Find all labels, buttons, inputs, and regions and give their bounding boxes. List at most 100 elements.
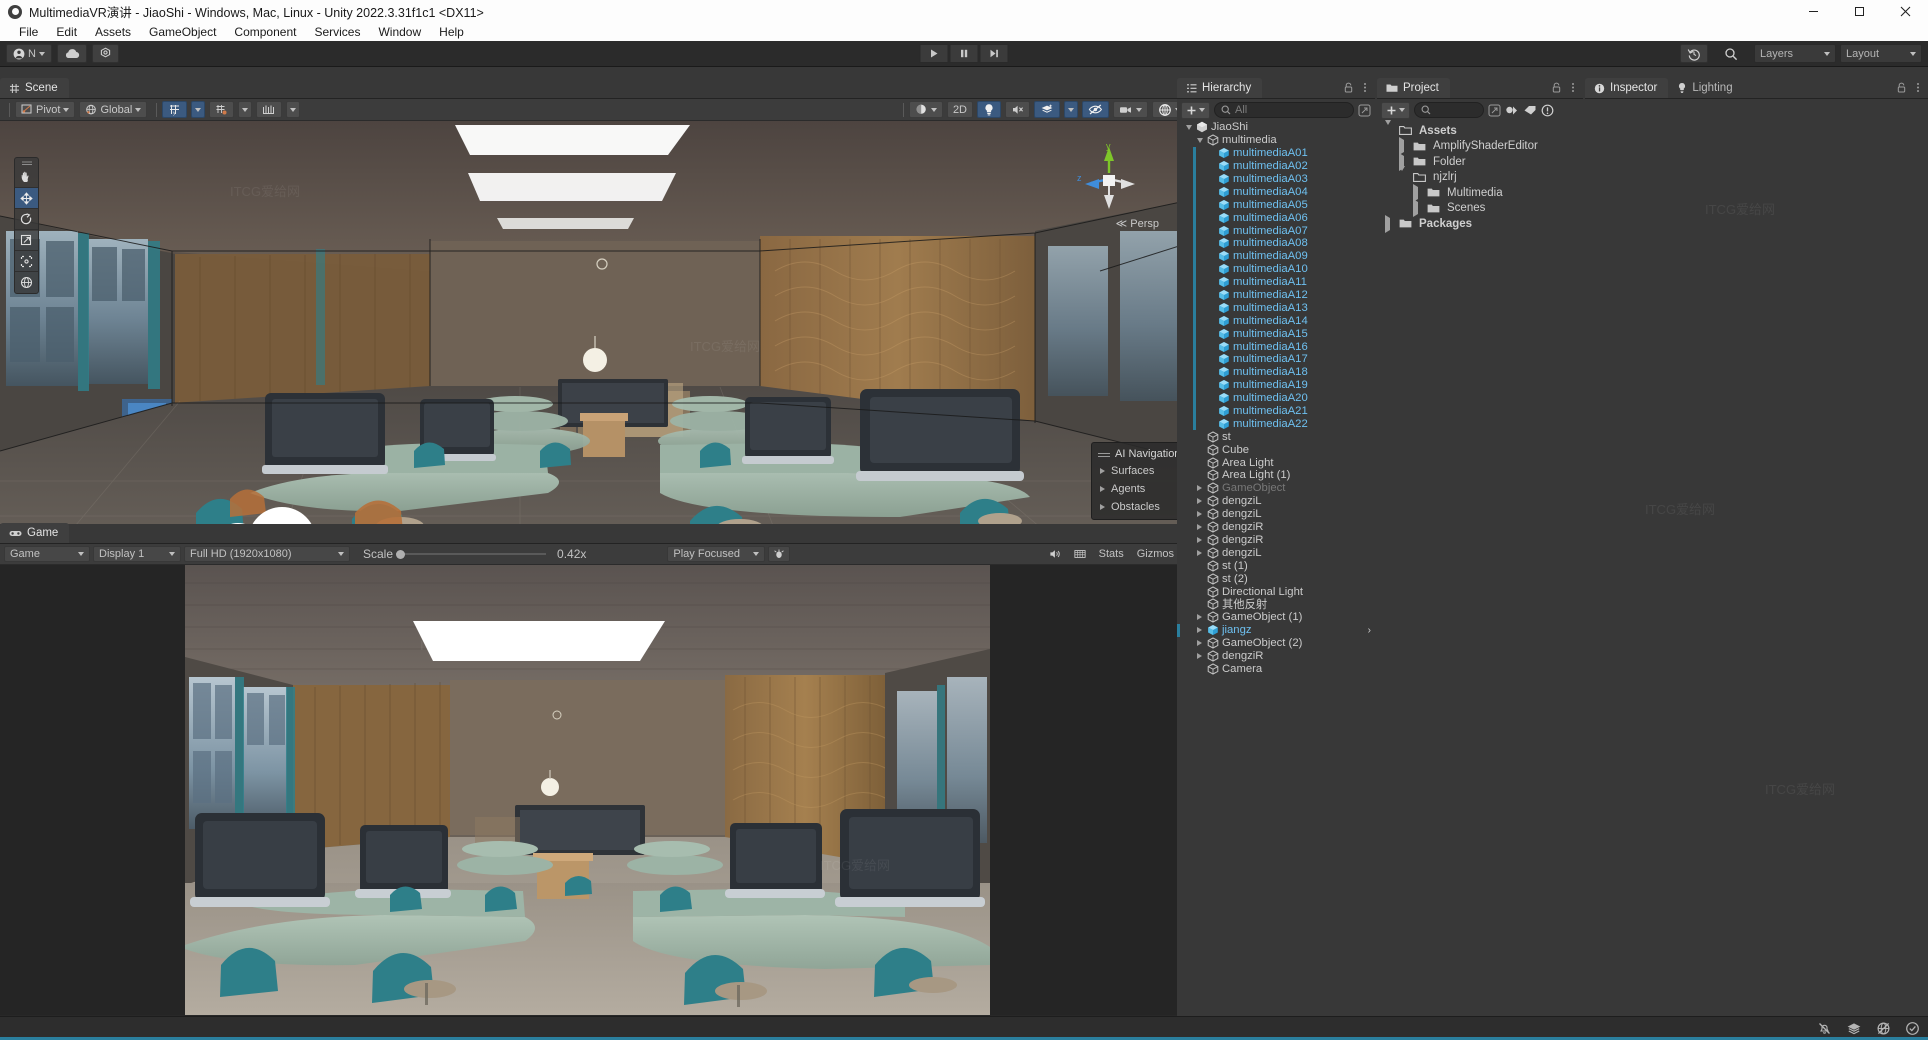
hierarchy-item[interactable]: multimediaA12 <box>1177 288 1375 302</box>
menu-component[interactable]: Component <box>225 23 305 41</box>
hierarchy-search-input[interactable]: All <box>1214 102 1354 118</box>
project-expand-icon[interactable] <box>1488 104 1501 117</box>
hierarchy-item[interactable]: dengziL <box>1177 508 1375 521</box>
project-item[interactable]: Multimedia <box>1377 183 1583 202</box>
transform-tool-button[interactable] <box>15 272 38 293</box>
hierarchy-item[interactable]: multimediaA21 <box>1177 404 1375 418</box>
hierarchy-item[interactable]: Cube <box>1177 443 1375 456</box>
menu-edit[interactable]: Edit <box>47 23 86 41</box>
hierarchy-item[interactable]: multimediaA19 <box>1177 378 1375 392</box>
scale-slider[interactable] <box>396 549 547 559</box>
maximize-button[interactable] <box>1836 0 1882 23</box>
tab-game[interactable]: Game <box>0 523 70 543</box>
no-preview-icon[interactable] <box>1876 1021 1891 1036</box>
menu-help[interactable]: Help <box>430 23 473 41</box>
twisty-collapsed-icon[interactable] <box>1195 511 1204 518</box>
display-dropdown[interactable]: Display 1 <box>93 546 181 562</box>
hierarchy-item[interactable]: JiaoShi <box>1177 121 1375 134</box>
lock-icon[interactable] <box>1344 82 1353 93</box>
grid-snap-dropdown[interactable] <box>191 101 206 118</box>
mute-bell-icon[interactable] <box>1817 1021 1832 1036</box>
hierarchy-item[interactable]: GameObject (1) <box>1177 611 1375 624</box>
ai-nav-surfaces[interactable]: Surfaces <box>1092 462 1190 480</box>
hierarchy-item[interactable]: multimediaA20 <box>1177 391 1375 405</box>
hierarchy-item[interactable]: st (2) <box>1177 572 1375 585</box>
twisty-expanded-icon[interactable] <box>1195 137 1204 143</box>
hierarchy-item[interactable]: dengziL <box>1177 546 1375 559</box>
twisty-collapsed-icon[interactable] <box>1385 214 1395 233</box>
twisty-collapsed-icon[interactable] <box>1195 640 1204 647</box>
hand-tool-button[interactable] <box>15 167 38 188</box>
hierarchy-item[interactable]: multimediaA14 <box>1177 314 1375 328</box>
toggle-2d-button[interactable]: 2D <box>946 101 973 118</box>
warning-circle-icon[interactable] <box>1541 104 1554 117</box>
hierarchy-item[interactable]: GameObject (2) <box>1177 637 1375 650</box>
minimize-button[interactable] <box>1790 0 1836 23</box>
kebab-menu-icon[interactable] <box>1568 82 1578 93</box>
kebab-menu-icon[interactable] <box>1360 82 1370 93</box>
twisty-expanded-icon[interactable] <box>1385 119 1395 137</box>
hierarchy-item[interactable]: multimediaA09 <box>1177 249 1375 263</box>
hierarchy-item[interactable]: GameObject <box>1177 482 1375 495</box>
layers-dropdown[interactable]: Layers <box>1754 44 1836 63</box>
hierarchy-item[interactable]: st (1) <box>1177 559 1375 572</box>
asset-filter-icon[interactable] <box>1505 104 1519 117</box>
drag-handle-icon[interactable] <box>1098 451 1110 458</box>
undo-history-button[interactable] <box>1680 44 1708 63</box>
project-search-input[interactable] <box>1414 102 1484 118</box>
menu-gameobject[interactable]: GameObject <box>140 23 225 41</box>
scene-hidden-objects-toggle[interactable] <box>1082 101 1109 118</box>
project-item[interactable]: njzlrj <box>1377 166 1583 186</box>
play-button[interactable] <box>919 44 949 63</box>
twisty-collapsed-icon[interactable] <box>1195 627 1204 634</box>
hierarchy-item[interactable]: Camera <box>1177 662 1375 675</box>
project-item[interactable]: Assets <box>1377 119 1583 139</box>
account-button[interactable]: N <box>6 44 52 63</box>
hierarchy-add-button[interactable] <box>1181 101 1210 119</box>
layout-dropdown[interactable]: Layout <box>1840 44 1922 63</box>
play-mode-dropdown[interactable]: Play Focused <box>667 546 766 562</box>
layer-bars-toggle[interactable] <box>256 101 283 118</box>
ai-navigation-header[interactable]: AI Navigation <box>1092 446 1190 462</box>
tab-inspector[interactable]: Inspector <box>1585 78 1669 98</box>
hierarchy-item[interactable]: multimediaA16 <box>1177 340 1375 354</box>
twisty-expanded-icon[interactable] <box>1399 166 1409 184</box>
hierarchy-item[interactable]: multimediaA08 <box>1177 237 1375 250</box>
game-audio-button[interactable] <box>1044 546 1066 562</box>
menu-services[interactable]: Services <box>305 23 369 41</box>
hierarchy-item[interactable]: multimediaA05 <box>1177 198 1375 212</box>
layers-stack-icon[interactable] <box>1846 1021 1862 1036</box>
game-mode-dropdown[interactable]: Game <box>4 546 90 562</box>
project-add-button[interactable] <box>1381 101 1410 119</box>
scene-viewport[interactable]: y z ≪ Persp AI Navigation Surfaces Agent… <box>0 121 1195 544</box>
twisty-collapsed-icon[interactable] <box>1195 652 1204 659</box>
hierarchy-item[interactable]: Area Light (1) <box>1177 469 1375 482</box>
shading-mode-dropdown[interactable] <box>908 101 943 118</box>
lock-icon[interactable] <box>1897 82 1906 93</box>
hierarchy-item[interactable]: multimediaA06 <box>1177 211 1375 225</box>
twisty-collapsed-icon[interactable] <box>1195 549 1204 556</box>
twisty-collapsed-icon[interactable] <box>1413 199 1423 218</box>
pivot-dropdown[interactable]: Pivot <box>15 101 76 118</box>
mute-audio-button[interactable] <box>768 546 791 562</box>
hierarchy-item[interactable]: dengziR <box>1177 521 1375 534</box>
move-tool-button[interactable] <box>15 188 38 209</box>
aspect-grid-button[interactable] <box>1069 546 1091 562</box>
check-circle-icon[interactable] <box>1905 1021 1920 1036</box>
lock-icon[interactable] <box>1552 82 1561 93</box>
scale-slider-knob[interactable] <box>396 549 406 559</box>
hierarchy-item[interactable]: st <box>1177 430 1375 443</box>
hierarchy-item[interactable]: multimediaA17 <box>1177 353 1375 366</box>
resolution-dropdown[interactable]: Full HD (1920x1080) <box>184 546 350 562</box>
twisty-collapsed-icon[interactable] <box>1195 524 1204 531</box>
pause-button[interactable] <box>949 44 979 63</box>
hierarchy-item[interactable]: multimediaA22 <box>1177 417 1375 431</box>
scene-camera-dropdown[interactable] <box>1113 101 1148 118</box>
grid-snap-toggle[interactable]: y <box>162 101 188 118</box>
tab-lighting[interactable]: Lighting <box>1668 78 1743 98</box>
hierarchy-item[interactable]: multimediaA15 <box>1177 327 1375 341</box>
project-tree[interactable]: Assets AmplifyShaderEditor Folder njzlrj Mul… <box>1377 119 1583 233</box>
hierarchy-item[interactable]: multimediaA13 <box>1177 301 1375 315</box>
rotate-tool-button[interactable] <box>15 209 38 230</box>
menu-assets[interactable]: Assets <box>86 23 140 41</box>
